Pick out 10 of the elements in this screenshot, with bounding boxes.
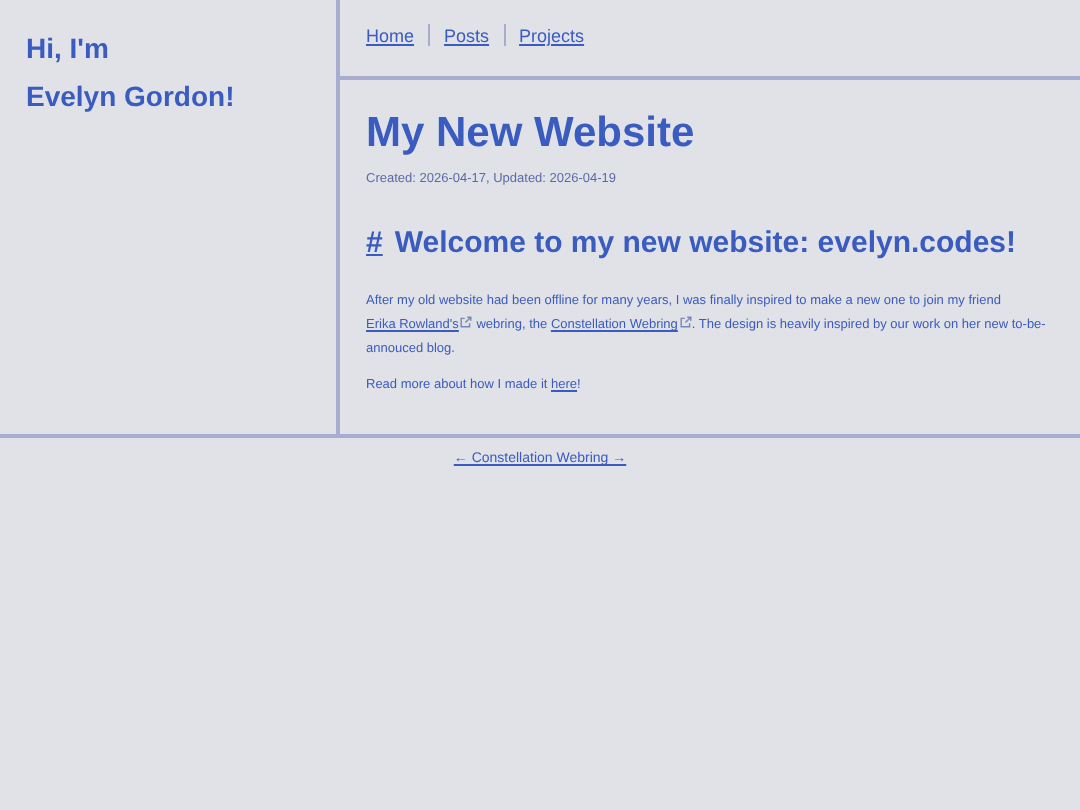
external-link-icon [679, 316, 692, 329]
nav-link[interactable]: Posts [444, 24, 490, 51]
page-title: My New Website [366, 108, 697, 159]
external-link-icon [460, 316, 473, 329]
greeting-text: Hi, I'm [26, 30, 111, 68]
section-heading: Welcome to my new website: evelyn.codes! [394, 223, 1017, 264]
anchor-link[interactable]: # [366, 221, 383, 267]
nav-link[interactable]: Home [366, 24, 415, 51]
nav-link[interactable]: Projects [519, 24, 585, 51]
greeting-text: Evelyn Gordon! [26, 78, 237, 116]
